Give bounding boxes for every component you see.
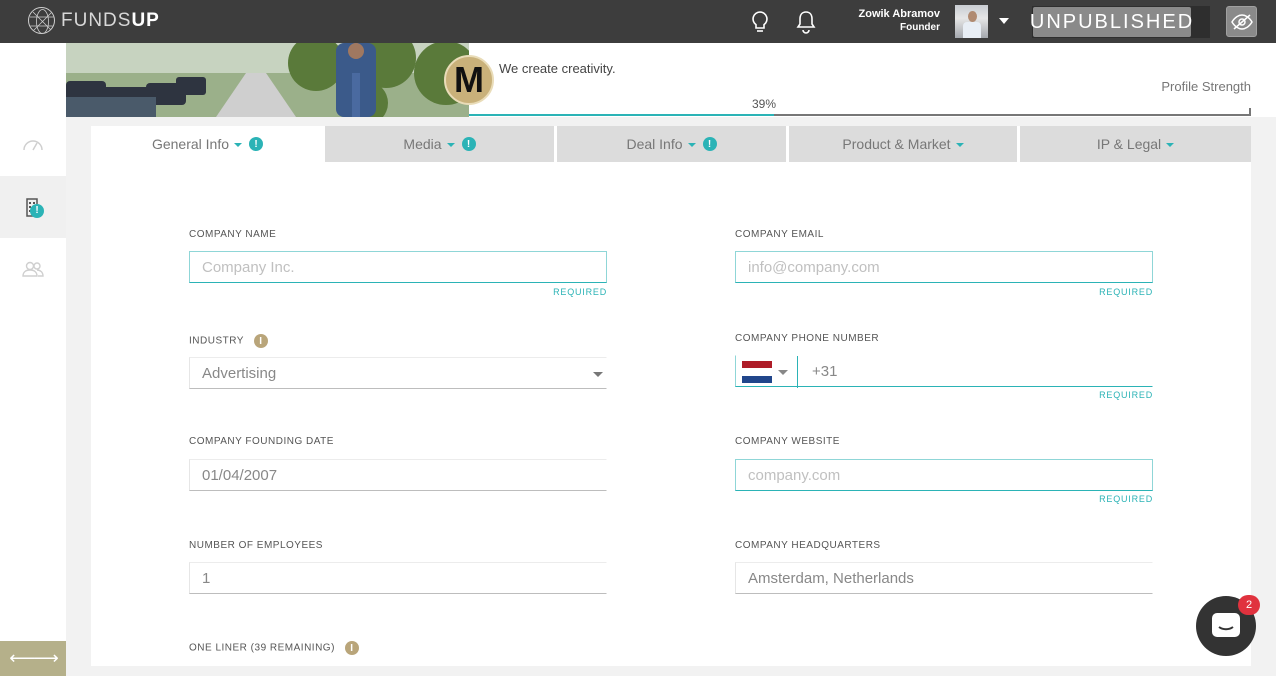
top-bar: FUNDSUP Zowik Abramov Founder UNPUBLISHE… bbox=[0, 0, 1276, 43]
user-role: Founder bbox=[900, 22, 940, 33]
headquarters-field[interactable]: Amsterdam, Netherlands bbox=[735, 562, 1153, 594]
industry-label: INDUSTRY i bbox=[189, 334, 268, 348]
caret-down-icon bbox=[955, 143, 964, 147]
employees-label: NUMBER OF EMPLOYEES bbox=[189, 540, 323, 551]
fundsup-logo[interactable]: FUNDSUP bbox=[28, 7, 160, 34]
users-icon bbox=[22, 261, 44, 277]
alert-icon: ! bbox=[249, 137, 264, 151]
warning-badge: ! bbox=[30, 204, 44, 218]
required-note: REQUIRED bbox=[553, 287, 607, 297]
one-liner-label: ONE LINER (39 REMAINING) i bbox=[189, 641, 359, 655]
required-note: REQUIRED bbox=[1099, 287, 1153, 297]
tab-bar: General Info! Media! Deal Info! Product … bbox=[91, 126, 1251, 162]
lightbulb-icon[interactable] bbox=[749, 10, 773, 34]
website-field[interactable] bbox=[735, 459, 1153, 491]
required-note: REQUIRED bbox=[1099, 494, 1153, 504]
sidebar-item-team[interactable] bbox=[0, 238, 66, 300]
eye-slash-icon[interactable] bbox=[1226, 6, 1257, 37]
caret-down-icon bbox=[687, 143, 696, 147]
gauge-icon bbox=[23, 140, 43, 151]
employees-value: 1 bbox=[202, 569, 211, 587]
company-name-label: COMPANY NAME bbox=[189, 229, 277, 240]
caret-down-icon bbox=[1166, 143, 1175, 147]
profile-strength-fill bbox=[469, 114, 774, 116]
sidebar: ! bbox=[0, 43, 66, 676]
phone-value: +31 bbox=[812, 362, 838, 380]
phone-field[interactable]: +31 bbox=[735, 355, 1153, 388]
industry-select[interactable]: Advertising bbox=[189, 357, 607, 389]
sidebar-item-company[interactable]: ! bbox=[0, 176, 66, 238]
industry-value: Advertising bbox=[202, 364, 277, 382]
company-name-field[interactable] bbox=[189, 251, 607, 283]
phone-label: COMPANY PHONE NUMBER bbox=[735, 333, 880, 344]
avatar[interactable] bbox=[955, 5, 988, 38]
headquarters-value: Amsterdam, Netherlands bbox=[748, 569, 914, 587]
company-logo[interactable]: M bbox=[444, 55, 494, 105]
alert-icon: ! bbox=[702, 137, 717, 151]
country-code-select[interactable] bbox=[736, 356, 798, 388]
chevron-down-icon[interactable] bbox=[999, 18, 1009, 24]
tab-product-market[interactable]: Product & Market bbox=[789, 126, 1017, 162]
user-name: Zowik Abramov bbox=[858, 8, 941, 20]
sidebar-collapse-button[interactable]: ⟵⟶ bbox=[0, 641, 66, 676]
publish-toggle: UNPUBLISHED bbox=[1030, 6, 1210, 38]
cover-image[interactable] bbox=[66, 43, 469, 117]
sidebar-item-dashboard[interactable] bbox=[0, 113, 66, 175]
founding-date-label: COMPANY FOUNDING DATE bbox=[189, 436, 334, 447]
profile-strength-bar bbox=[469, 114, 1251, 116]
netherlands-flag-icon bbox=[742, 361, 772, 383]
unpublished-button[interactable]: UNPUBLISHED bbox=[1030, 7, 1192, 37]
founding-date-value: 01/04/2007 bbox=[202, 466, 278, 484]
info-icon[interactable]: i bbox=[344, 641, 359, 655]
brand-name: FUNDSUP bbox=[61, 9, 160, 31]
founding-date-field[interactable]: 01/04/2007 bbox=[189, 459, 607, 491]
unread-count-badge: 2 bbox=[1238, 595, 1260, 615]
caret-down-icon bbox=[234, 143, 243, 147]
website-input[interactable] bbox=[748, 466, 1152, 484]
required-note: REQUIRED bbox=[1099, 390, 1153, 400]
website-label: COMPANY WEBSITE bbox=[735, 436, 840, 447]
tab-ip-legal[interactable]: IP & Legal bbox=[1020, 126, 1251, 162]
employees-field[interactable]: 1 bbox=[189, 562, 607, 594]
alert-icon: ! bbox=[461, 137, 476, 151]
headquarters-label: COMPANY HEADQUARTERS bbox=[735, 540, 881, 551]
info-icon[interactable]: i bbox=[253, 334, 268, 348]
tab-media[interactable]: Media! bbox=[325, 126, 554, 162]
company-email-label: COMPANY EMAIL bbox=[735, 229, 824, 240]
tab-deal-info[interactable]: Deal Info! bbox=[557, 126, 786, 162]
company-name-input[interactable] bbox=[202, 258, 606, 276]
tab-general-info[interactable]: General Info! bbox=[91, 126, 324, 162]
progress-end-tick bbox=[1249, 108, 1251, 116]
profile-strength-label: Profile Strength bbox=[1161, 79, 1251, 94]
caret-down-icon bbox=[446, 143, 455, 147]
company-email-field[interactable] bbox=[735, 251, 1153, 283]
chat-icon bbox=[1212, 613, 1240, 637]
globe-icon bbox=[28, 7, 55, 34]
chevron-down-icon bbox=[778, 369, 788, 375]
chevron-down-icon bbox=[593, 372, 603, 377]
profile-strength-percent: 39% bbox=[752, 97, 777, 111]
company-tagline: We create creativity. bbox=[499, 61, 616, 76]
company-email-input[interactable] bbox=[748, 258, 1152, 276]
bell-icon[interactable] bbox=[795, 10, 819, 34]
